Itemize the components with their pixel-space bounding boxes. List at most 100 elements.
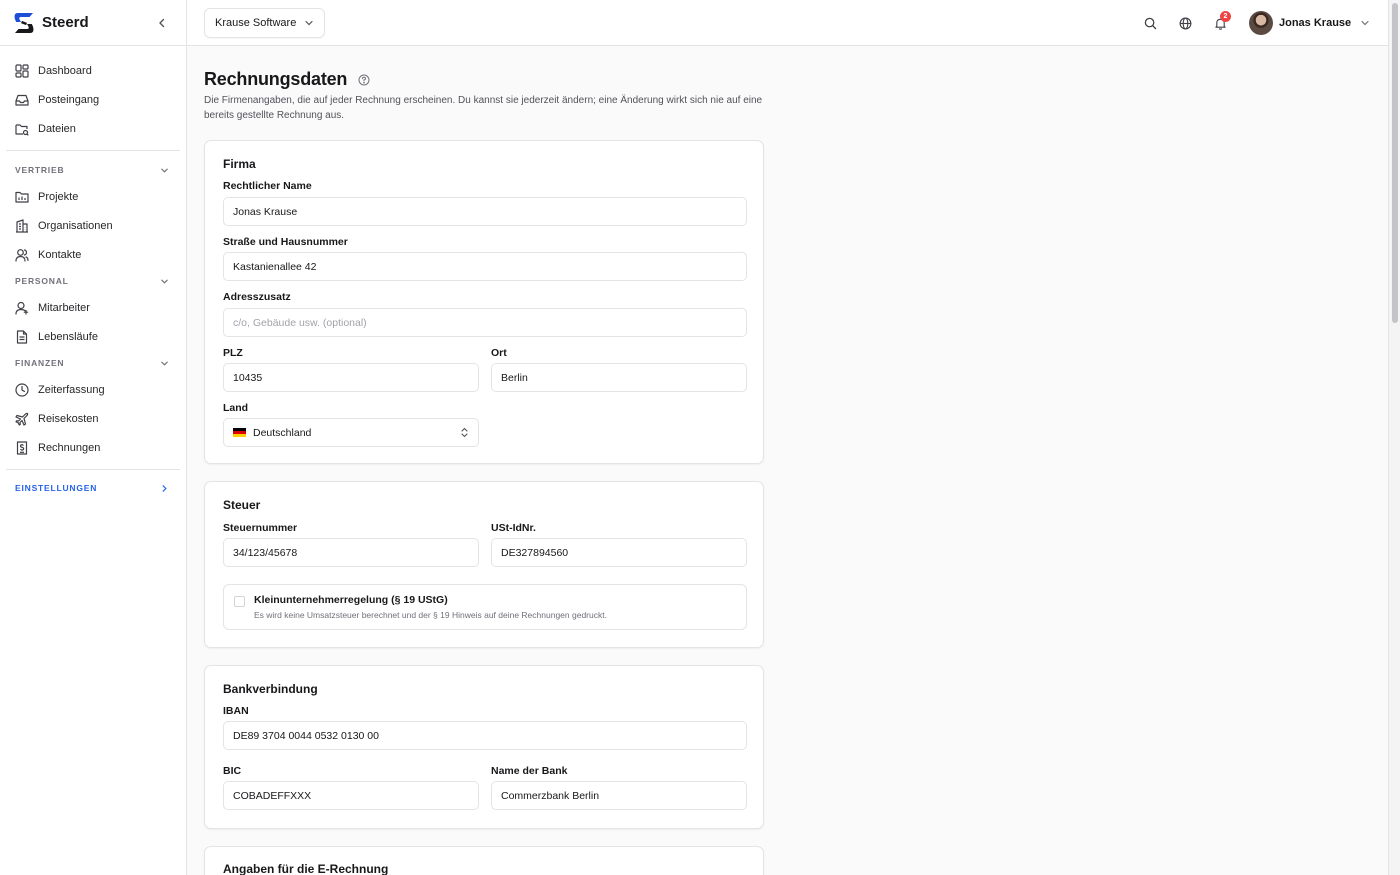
brand: Steerd — [0, 0, 186, 46]
bic-input[interactable]: COBADEFFXXX — [223, 781, 479, 810]
document-icon — [15, 329, 29, 344]
bic-label: BIC — [223, 765, 242, 777]
sidebar-item-label: Posteingang — [38, 93, 100, 106]
zip-label: PLZ — [223, 347, 243, 359]
iban-input[interactable]: DE89 3704 0044 0532 0130 00 — [223, 721, 747, 750]
chevron-down-icon — [160, 277, 169, 286]
group-label: EINSTELLUNGEN — [15, 483, 98, 493]
street-input[interactable]: Kastanienallee 42 — [223, 252, 747, 281]
brand-name: Steerd — [42, 14, 89, 31]
sidebar-group-vertrieb[interactable]: VERTRIEB — [0, 158, 186, 182]
page-description: Die Firmenangaben, die auf jeder Rechnun… — [204, 95, 763, 121]
small-business-checkbox[interactable] — [234, 596, 245, 607]
erechnung-card-title: Angaben für die E-Rechnung — [223, 862, 389, 875]
city-input[interactable]: Berlin — [491, 363, 747, 392]
sidebar-item-posteingang[interactable]: Posteingang — [0, 85, 186, 114]
sidebar-item-dateien[interactable]: Dateien — [0, 114, 186, 143]
small-business-label: Kleinunternehmerregelung (§ 19 UStG) — [254, 594, 448, 606]
avatar — [1249, 11, 1273, 35]
sidebar-item-kontakte[interactable]: Kontakte — [0, 240, 186, 269]
chevron-right-icon — [160, 484, 169, 493]
notification-badge: 2 — [1220, 11, 1231, 22]
user-menu[interactable]: Jonas Krause — [1249, 11, 1370, 35]
bank-card: Bankverbindung IBAN DE89 3704 0044 0532 … — [204, 665, 764, 829]
sidebar-item-organisationen[interactable]: Organisationen — [0, 211, 186, 240]
help-circle-icon[interactable] — [358, 74, 370, 86]
sidebar: Steerd Dashboard Posteingang Dateien VER… — [0, 0, 187, 875]
sidebar-group-einstellungen[interactable]: EINSTELLUNGEN — [0, 477, 186, 499]
steerd-logo-icon — [12, 11, 36, 35]
small-business-description: Es wird keine Umsatzsteuer berechnet und… — [254, 610, 607, 620]
chevron-down-icon — [304, 18, 314, 28]
scrollbar[interactable] — [1388, 0, 1400, 875]
sidebar-item-label: Lebensläufe — [38, 330, 98, 343]
group-label: FINANZEN — [15, 358, 65, 368]
erechnung-card: Angaben für die E-Rechnung — [204, 846, 764, 875]
user-icon — [15, 301, 29, 315]
tax-number-input[interactable]: 34/123/45678 — [223, 538, 479, 567]
iban-label: IBAN — [223, 705, 249, 717]
globe-icon[interactable] — [1176, 14, 1194, 32]
page-title: Rechnungsdaten — [204, 69, 348, 89]
address-extra-input[interactable]: c/o, Gebäude usw. (optional) — [223, 308, 747, 337]
sidebar-item-label: Organisationen — [38, 219, 113, 232]
sidebar-item-label: Zeiterfassung — [38, 383, 105, 396]
firma-card: Firma Rechtlicher Name Jonas Krause Stra… — [204, 140, 764, 464]
divider — [6, 150, 180, 151]
country-select[interactable]: Deutschland — [223, 418, 479, 447]
steuer-card: Steuer Steuernummer 34/123/45678 USt-IdN… — [204, 481, 764, 648]
address-extra-label: Adresszusatz — [223, 291, 291, 303]
collapse-sidebar-button[interactable] — [150, 11, 174, 35]
plane-icon — [15, 412, 29, 426]
steuer-card-title: Steuer — [223, 498, 261, 512]
street-label: Straße und Hausnummer — [223, 236, 348, 248]
projects-icon — [15, 190, 29, 204]
sidebar-group-finanzen[interactable]: FINANZEN — [0, 351, 186, 375]
building-icon — [15, 218, 29, 233]
sidebar-item-label: Rechnungen — [38, 441, 101, 454]
sidebar-item-mitarbeiter[interactable]: Mitarbeiter — [0, 293, 186, 322]
sidebar-item-label: Kontakte — [38, 248, 82, 261]
sidebar-item-lebenslaeufe[interactable]: Lebensläufe — [0, 322, 186, 351]
sidebar-item-dashboard[interactable]: Dashboard — [0, 56, 186, 85]
sidebar-group-personal[interactable]: PERSONAL — [0, 269, 186, 293]
sidebar-item-label: Reisekosten — [38, 412, 99, 425]
zip-input[interactable]: 10435 — [223, 363, 479, 392]
small-business-option[interactable]: Kleinunternehmerregelung (§ 19 UStG) Es … — [223, 584, 747, 630]
vat-id-label: USt-IdNr. — [491, 522, 536, 534]
invoice-icon — [15, 440, 29, 455]
sidebar-item-label: Dateien — [38, 122, 76, 135]
chevron-updown-icon — [460, 427, 469, 438]
sidebar-item-label: Mitarbeiter — [38, 301, 90, 314]
vat-id-input[interactable]: DE327894560 — [491, 538, 747, 567]
sidebar-item-reisekosten[interactable]: Reisekosten — [0, 404, 186, 433]
user-name: Jonas Krause — [1279, 17, 1352, 29]
search-icon[interactable] — [1141, 14, 1159, 32]
city-label: Ort — [491, 347, 507, 359]
chevron-down-icon — [160, 359, 169, 368]
firma-card-title: Firma — [223, 157, 256, 171]
germany-flag-icon — [233, 428, 246, 437]
chevron-down-icon — [1360, 18, 1370, 28]
chevron-down-icon — [160, 166, 169, 175]
sidebar-item-label: Projekte — [38, 190, 79, 203]
sidebar-item-zeiterfassung[interactable]: Zeiterfassung — [0, 375, 186, 404]
contacts-icon — [15, 248, 29, 262]
topbar: Krause Software 2 Jonas Krause — [187, 0, 1388, 46]
legal-name-input[interactable]: Jonas Krause — [223, 197, 747, 226]
dashboard-icon — [15, 63, 29, 78]
tax-number-label: Steuernummer — [223, 522, 298, 534]
divider — [6, 469, 180, 470]
bank-name-input[interactable]: Commerzbank Berlin — [491, 781, 747, 810]
sidebar-item-projekte[interactable]: Projekte — [0, 182, 186, 211]
bank-name-label: Name der Bank — [491, 765, 568, 777]
folder-icon — [15, 122, 29, 136]
organization-select[interactable]: Krause Software — [204, 8, 326, 38]
scrollbar-thumb[interactable] — [1392, 3, 1398, 323]
sidebar-item-label: Dashboard — [38, 64, 92, 77]
organization-name: Krause Software — [215, 17, 297, 29]
clock-icon — [15, 382, 29, 397]
group-label: PERSONAL — [15, 276, 69, 286]
bank-card-title: Bankverbindung — [223, 682, 318, 696]
sidebar-item-rechnungen[interactable]: Rechnungen — [0, 433, 186, 462]
